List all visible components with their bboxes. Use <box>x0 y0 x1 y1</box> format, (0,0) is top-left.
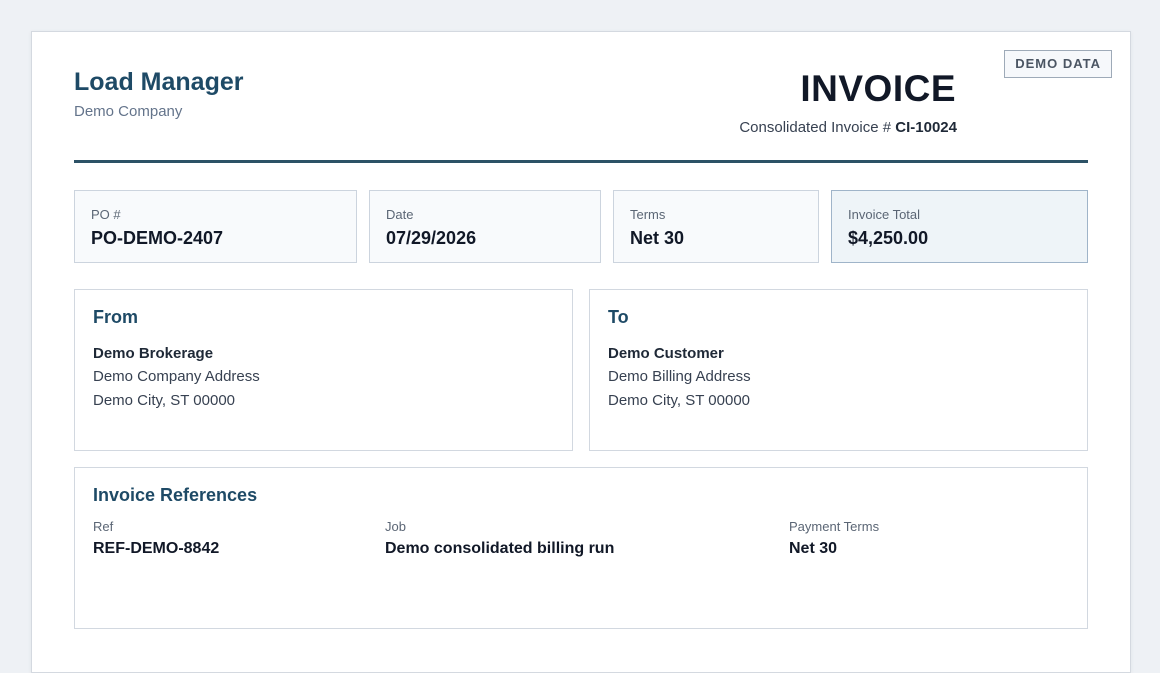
invoice-references-card: Invoice References Ref REF-DEMO-8842 Job… <box>74 467 1088 629</box>
job-field: Job Demo consolidated billing run <box>385 519 614 558</box>
payment-terms-value: Net 30 <box>789 540 838 557</box>
from-city-line: Demo City, ST 00000 <box>93 392 236 409</box>
summary-label: Date <box>386 207 414 222</box>
summary-value: PO-DEMO-2407 <box>91 228 224 248</box>
invoice-page: DEMO DATA Load Manager Demo Company INVO… <box>31 31 1131 673</box>
summary-date: Date 07/29/2026 <box>369 190 601 263</box>
from-address-line: Demo Company Address <box>93 368 260 385</box>
summary-value: $4,250.00 <box>848 228 929 248</box>
summary-label: Invoice Total <box>848 207 921 222</box>
from-heading: From <box>93 307 138 327</box>
summary-invoice-total: Invoice Total $4,250.00 <box>831 190 1088 263</box>
to-address-line: Demo Billing Address <box>608 368 751 385</box>
ref-label: Ref <box>93 519 114 534</box>
summary-po: PO # PO-DEMO-2407 <box>74 190 357 263</box>
references-heading: Invoice References <box>93 485 258 505</box>
to-heading: To <box>608 307 629 327</box>
from-name: Demo Brokerage <box>93 345 214 362</box>
invoice-number-line: Consolidated Invoice # CI-10024 <box>739 119 957 136</box>
company-name: Demo Company <box>74 103 183 120</box>
summary-label: Terms <box>630 207 666 222</box>
summary-label: PO # <box>91 207 121 222</box>
invoice-title: INVOICE <box>800 68 956 109</box>
brand-name: Load Manager <box>74 68 244 96</box>
job-value: Demo consolidated billing run <box>385 540 615 557</box>
ref-value: REF-DEMO-8842 <box>93 540 220 557</box>
invoice-number-label: Consolidated Invoice # <box>739 119 892 136</box>
payment-terms-label: Payment Terms <box>789 519 880 534</box>
to-card: To Demo Customer Demo Billing Address De… <box>589 289 1088 451</box>
to-city-line: Demo City, ST 00000 <box>608 392 751 409</box>
summary-value: Net 30 <box>630 228 685 248</box>
summary-terms: Terms Net 30 <box>613 190 819 263</box>
job-label: Job <box>385 519 406 534</box>
from-card: From Demo Brokerage Demo Company Address… <box>74 289 573 451</box>
summary-value: 07/29/2026 <box>386 228 477 248</box>
ref-field: Ref REF-DEMO-8842 <box>93 519 219 558</box>
invoice-header: Load Manager Demo Company INVOICE Consol… <box>74 68 1088 163</box>
payment-terms-field: Payment Terms Net 30 <box>789 519 879 558</box>
to-name: Demo Customer <box>608 345 724 362</box>
invoice-number: CI-10024 <box>895 119 957 136</box>
